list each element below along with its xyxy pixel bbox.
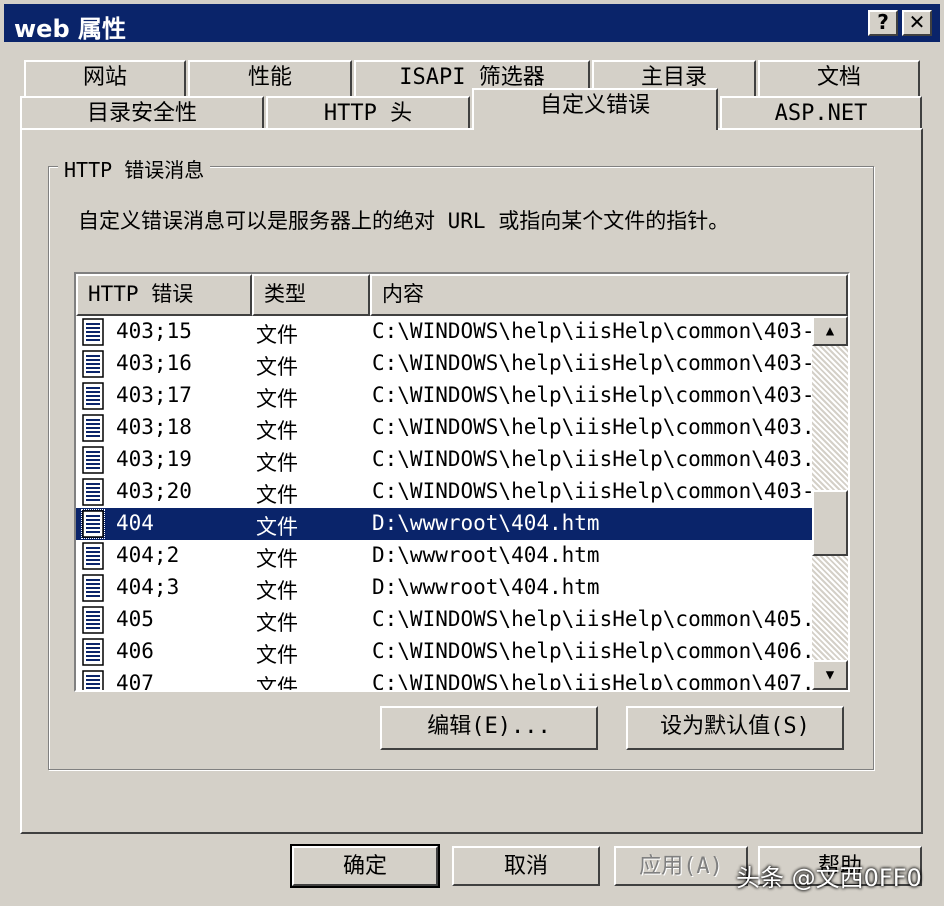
list-item[interactable]: 403;20 文件 C:\WINDOWS\help\iisHelp\common\4… [76, 476, 812, 508]
error-type: 文件 [256, 355, 298, 379]
error-type: 文件 [256, 483, 298, 507]
list-item[interactable]: 403;18 文件 C:\WINDOWS\help\iisHelp\common\4… [76, 412, 812, 444]
column-http-error[interactable]: HTTP 错误 [76, 274, 252, 316]
close-button[interactable]: ✕ [902, 10, 932, 36]
document-icon [82, 350, 104, 378]
list-item[interactable]: 403;17 文件 C:\WINDOWS\help\iisHelp\common\4… [76, 380, 812, 412]
apply-button[interactable]: 应用(A) [614, 846, 748, 886]
document-icon [82, 574, 104, 602]
tab-aspnet[interactable]: ASP.NET [720, 96, 922, 130]
tab-website[interactable]: 网站 [24, 60, 186, 96]
error-type: 文件 [256, 579, 298, 603]
error-content: C:\WINDOWS\help\iisHelp\common\405.ht [372, 607, 812, 631]
window-title: web 属性 [14, 15, 126, 43]
error-code: 405 [116, 607, 154, 631]
document-icon [81, 509, 105, 539]
error-code: 404 [116, 511, 154, 535]
scroll-thumb[interactable] [812, 490, 848, 556]
document-icon [82, 478, 104, 506]
document-icon [82, 606, 104, 634]
error-code: 403;15 [116, 319, 192, 343]
list-item[interactable]: 403;16 文件 C:\WINDOWS\help\iisHelp\common\4… [76, 348, 812, 380]
cancel-button[interactable]: 取消 [452, 846, 600, 886]
error-code: 407 [116, 671, 154, 690]
list-item[interactable]: 404;2 文件 D:\wwwroot\404.htm [76, 540, 812, 572]
list-header: HTTP 错误 类型 内容 [76, 274, 848, 316]
ok-button[interactable]: 确定 [290, 844, 440, 888]
tab-performance[interactable]: 性能 [188, 60, 352, 96]
error-content: C:\WINDOWS\help\iisHelp\common\403-... [372, 479, 812, 503]
error-type: 文件 [256, 547, 298, 571]
tab-custom-errors[interactable]: 自定义错误 [472, 88, 718, 130]
title-bar[interactable]: web 属性 ? ✕ [4, 4, 940, 43]
error-content: D:\wwwroot\404.htm [372, 575, 600, 599]
document-icon [82, 638, 104, 666]
vertical-scrollbar[interactable]: ▲ ▼ [812, 316, 848, 690]
document-icon [82, 318, 104, 346]
error-type: 文件 [256, 323, 298, 347]
error-type: 文件 [256, 643, 298, 667]
error-code: 403;20 [116, 479, 192, 503]
list-item[interactable]: 403;15 文件 C:\WINDOWS\help\iisHelp\common\4… [76, 316, 812, 348]
tab-directory-security[interactable]: 目录安全性 [20, 96, 264, 130]
document-icon [82, 446, 104, 474]
error-content: C:\WINDOWS\help\iisHelp\common\403-... [372, 351, 812, 375]
scroll-down-button[interactable]: ▼ [812, 660, 848, 690]
watermark: 头条 @文西0FF0 [736, 864, 922, 892]
document-icon [82, 542, 104, 570]
list-item[interactable]: 404;3 文件 D:\wwwroot\404.htm [76, 572, 812, 604]
error-type: 文件 [256, 419, 298, 443]
list-item[interactable]: 405 文件 C:\WINDOWS\help\iisHelp\common\405.… [76, 604, 812, 636]
error-code: 403;16 [116, 351, 192, 375]
help-title-button[interactable]: ? [868, 10, 898, 36]
error-content: C:\WINDOWS\help\iisHelp\common\403.ht [372, 447, 812, 471]
error-code: 403;18 [116, 415, 192, 439]
list-item[interactable]: 407 文件 C:\WINDOWS\help\iisHelp\common\407.… [76, 668, 812, 690]
error-code: 404;3 [116, 575, 180, 599]
error-content: C:\WINDOWS\help\iisHelp\common\403-... [372, 383, 812, 407]
error-type: 文件 [256, 515, 298, 539]
group-title: HTTP 错误消息 [58, 154, 211, 183]
error-code: 403;19 [116, 447, 192, 471]
error-content: C:\WINDOWS\help\iisHelp\common\403-... [372, 319, 812, 343]
error-list[interactable]: HTTP 错误 类型 内容 403;15 文件 C:\WINDOWS\help\ii… [74, 272, 850, 692]
error-content: C:\WINDOWS\help\iisHelp\common\406.ht [372, 639, 812, 663]
error-type: 文件 [256, 611, 298, 635]
error-content: C:\WINDOWS\help\iisHelp\common\407.ht [372, 671, 812, 690]
list-item[interactable]: 404 文件 D:\wwwroot\404.htm [76, 508, 812, 540]
list-rows: 403;15 文件 C:\WINDOWS\help\iisHelp\common\4… [76, 316, 812, 690]
list-item[interactable]: 403;19 文件 C:\WINDOWS\help\iisHelp\common\4… [76, 444, 812, 476]
error-type: 文件 [256, 675, 298, 690]
set-default-button[interactable]: 设为默认值(S) [626, 706, 844, 750]
list-item[interactable]: 406 文件 C:\WINDOWS\help\iisHelp\common\406.… [76, 636, 812, 668]
group-description: 自定义错误消息可以是服务器上的绝对 URL 或指向某个文件的指针。 [78, 209, 730, 233]
column-content[interactable]: 内容 [370, 274, 848, 316]
error-code: 406 [116, 639, 154, 663]
tab-documents[interactable]: 文档 [758, 60, 920, 96]
error-content: C:\WINDOWS\help\iisHelp\common\403.ht [372, 415, 812, 439]
properties-dialog: web 属性 ? ✕ 网站 性能 ISAPI 筛选器 主目录 文档 目录安全性 … [0, 0, 944, 906]
error-type: 文件 [256, 451, 298, 475]
tab-http-headers[interactable]: HTTP 头 [266, 96, 470, 130]
error-code: 404;2 [116, 543, 180, 567]
document-icon [82, 414, 104, 442]
error-type: 文件 [256, 387, 298, 411]
scroll-up-button[interactable]: ▲ [812, 316, 848, 346]
document-icon [82, 382, 104, 410]
error-content: D:\wwwroot\404.htm [372, 511, 600, 535]
column-type[interactable]: 类型 [252, 274, 370, 316]
document-icon [82, 670, 104, 690]
error-code: 403;17 [116, 383, 192, 407]
edit-button[interactable]: 编辑(E)... [380, 706, 598, 750]
error-content: D:\wwwroot\404.htm [372, 543, 600, 567]
